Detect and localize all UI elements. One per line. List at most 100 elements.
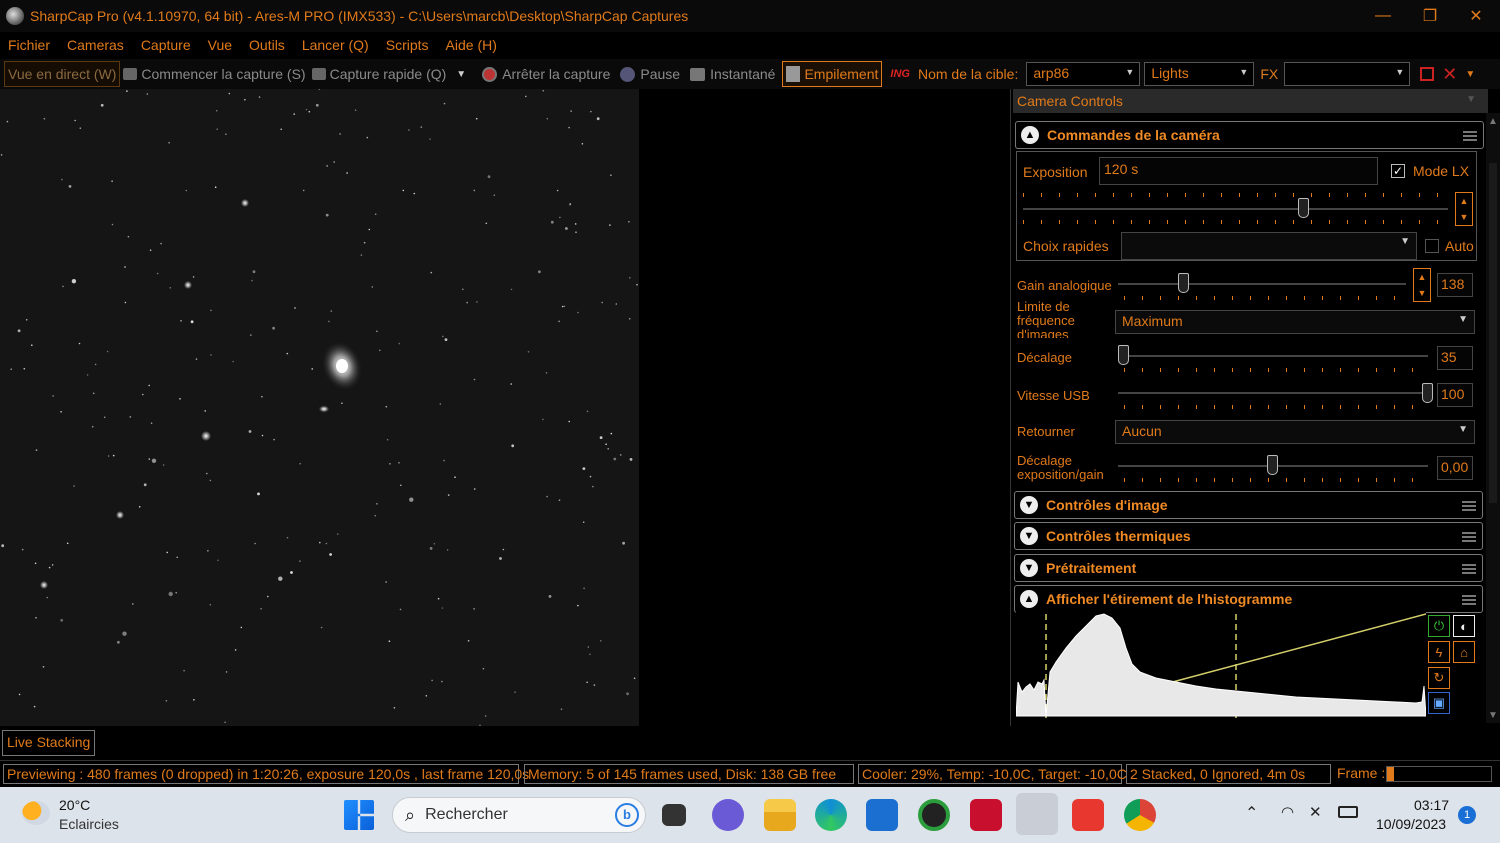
power-icon[interactable]: ⏻ — [1428, 615, 1450, 637]
up-arrow-icon[interactable]: ▲ — [1456, 193, 1472, 209]
task-view-icon[interactable] — [662, 804, 686, 826]
exposure-slider-track[interactable] — [1023, 208, 1448, 210]
file-explorer-icon[interactable] — [764, 799, 796, 831]
auto-stretch-icon[interactable]: ϟ — [1428, 641, 1450, 663]
exposure-slider-thumb[interactable] — [1297, 198, 1309, 218]
phd2-guiding-icon[interactable] — [918, 799, 950, 831]
expgain-value[interactable]: 0,00 — [1437, 456, 1473, 480]
chevron-down-icon[interactable]: ▼ — [456, 69, 466, 80]
contrast-icon[interactable]: ◐ — [1453, 615, 1475, 637]
astro-app-icon[interactable] — [970, 799, 1002, 831]
wifi-icon[interactable]: ◠ — [1281, 803, 1294, 821]
expand-icon: ▼ — [1020, 496, 1038, 514]
snapshot-button[interactable]: Instantané — [687, 61, 778, 87]
up-arrow-icon[interactable]: ▲ — [1414, 269, 1430, 285]
gain-value[interactable]: 138 — [1437, 273, 1473, 297]
notification-badge[interactable]: 1 — [1458, 806, 1476, 824]
weather-temp[interactable]: 20°C — [59, 797, 90, 813]
menu-icon[interactable] — [1462, 595, 1476, 605]
maximize-button[interactable]: ❐ — [1407, 0, 1453, 32]
ms-store-icon[interactable] — [866, 799, 898, 831]
battery-icon[interactable] — [1338, 806, 1358, 818]
offset-value[interactable]: 35 — [1437, 346, 1473, 370]
crosshair-icon[interactable]: ✕ — [1442, 64, 1457, 85]
usb-slider-thumb[interactable] — [1422, 383, 1433, 403]
menu-scripts[interactable]: Scripts — [386, 37, 429, 53]
menu-file[interactable]: Fichier — [8, 37, 50, 53]
usb-speed-value[interactable]: 100 — [1437, 383, 1473, 407]
histogram-section-header[interactable]: ▲ Afficher l'étirement de l'histogramme — [1014, 585, 1483, 613]
weather-icon[interactable] — [22, 801, 50, 825]
stacking-button[interactable]: Empilement — [782, 61, 883, 87]
live-stacking-tab[interactable]: Live Stacking — [2, 730, 96, 756]
edge-browser-icon[interactable] — [815, 799, 847, 831]
save-icon[interactable]: ▣ — [1428, 692, 1450, 714]
menu-icon[interactable] — [1462, 501, 1476, 511]
auto-checkbox[interactable] — [1425, 239, 1439, 253]
menu-icon[interactable] — [1463, 131, 1477, 141]
clock-date[interactable]: 10/09/2023 — [1376, 816, 1446, 832]
menu-launch[interactable]: Lancer (Q) — [302, 37, 369, 53]
gain-spinner[interactable]: ▲ ▼ — [1413, 268, 1431, 302]
flip-select[interactable]: Aucun ▼ — [1115, 420, 1475, 444]
start-capture-button[interactable]: Commencer la capture (S) — [120, 61, 308, 87]
offset-slider-thumb[interactable] — [1118, 345, 1130, 365]
menu-capture[interactable]: Capture — [141, 37, 191, 53]
image-controls-section-header[interactable]: ▼ Contrôles d'image — [1014, 491, 1483, 519]
scroll-up-icon[interactable]: ▲ — [1488, 116, 1498, 127]
chevron-down-icon[interactable]: ▼ — [1466, 94, 1476, 105]
menu-help[interactable]: Aide (H) — [446, 37, 497, 53]
pause-button[interactable]: Pause — [617, 61, 683, 87]
menu-icon[interactable] — [1462, 532, 1476, 542]
live-view-button[interactable]: Vue en direct (W) — [4, 61, 121, 87]
teams-chat-icon[interactable] — [712, 799, 744, 831]
stop-capture-button[interactable]: Arrêter la capture — [479, 61, 613, 87]
reticle-icon[interactable] — [1420, 67, 1435, 81]
minimize-button[interactable]: — — [1360, 0, 1406, 32]
close-button[interactable]: ✕ — [1453, 0, 1499, 32]
speaker-muted-icon[interactable]: ✕ — [1309, 803, 1322, 821]
chevron-down-icon[interactable]: ▼ — [1465, 69, 1475, 80]
quick-capture-button[interactable]: Capture rapide (Q) ▼ — [309, 61, 470, 87]
windows-start-icon[interactable] — [344, 800, 374, 830]
usb-slider-track[interactable] — [1118, 392, 1428, 394]
fx-label: FX — [1260, 66, 1279, 82]
preprocessing-section-header[interactable]: ▼ Prétraitement — [1014, 554, 1483, 582]
quick-choice-select[interactable]: ▼ — [1121, 232, 1417, 260]
fx-select[interactable]: ▼ — [1284, 62, 1411, 86]
chevron-up-icon[interactable]: ⌃ — [1245, 803, 1258, 823]
anydesk-icon[interactable] — [1072, 799, 1104, 831]
windows-taskbar: 20°C Eclaircies ⌕ Rechercher b ⌃ ◠ ✕ 03:… — [0, 787, 1500, 843]
framerate-select[interactable]: Maximum ▼ — [1115, 310, 1475, 334]
thermal-controls-section-header[interactable]: ▼ Contrôles thermiques — [1014, 522, 1483, 550]
camera-controls-section-header[interactable]: ▲ Commandes de la caméra — [1015, 121, 1484, 149]
exposure-input[interactable]: 120 s — [1099, 157, 1378, 185]
sharpcap-taskbar-icon[interactable] — [1016, 793, 1058, 835]
panel-scrollbar[interactable]: ▲ ▼ — [1486, 113, 1500, 723]
memory-status: Memory: 5 of 145 frames used, Disk: 138 … — [524, 764, 854, 784]
menu-tools[interactable]: Outils — [249, 37, 285, 53]
scrollbar-thumb[interactable] — [1489, 163, 1497, 503]
menu-icon[interactable] — [1462, 564, 1476, 574]
down-arrow-icon[interactable]: ▼ — [1456, 209, 1472, 225]
exposure-spinner[interactable]: ▲ ▼ — [1455, 192, 1473, 226]
target-name-select[interactable]: arp86 ▼ — [1026, 62, 1141, 86]
gain-slider-track[interactable] — [1118, 283, 1406, 285]
reset-icon[interactable]: ↻ — [1428, 667, 1450, 689]
camera-preview[interactable] — [0, 89, 639, 726]
histogram-display[interactable] — [1015, 612, 1427, 718]
menu-view[interactable]: Vue — [208, 37, 232, 53]
weather-desc[interactable]: Eclaircies — [59, 816, 119, 832]
expgain-slider-thumb[interactable] — [1267, 455, 1278, 475]
scroll-down-icon[interactable]: ▼ — [1488, 710, 1498, 721]
lx-mode-checkbox[interactable]: ✓ — [1391, 164, 1405, 178]
down-arrow-icon[interactable]: ▼ — [1414, 285, 1430, 301]
chrome-browser-icon[interactable] — [1124, 799, 1156, 831]
offset-slider-track[interactable] — [1118, 355, 1428, 357]
gain-slider-thumb[interactable] — [1178, 273, 1190, 293]
clock-time[interactable]: 03:17 — [1414, 797, 1449, 813]
lock-icon[interactable]: ⌂ — [1453, 641, 1475, 663]
taskbar-search[interactable]: ⌕ Rechercher b — [392, 797, 646, 833]
frame-type-select[interactable]: Lights ▼ — [1144, 62, 1255, 86]
menu-cameras[interactable]: Cameras — [67, 37, 124, 53]
